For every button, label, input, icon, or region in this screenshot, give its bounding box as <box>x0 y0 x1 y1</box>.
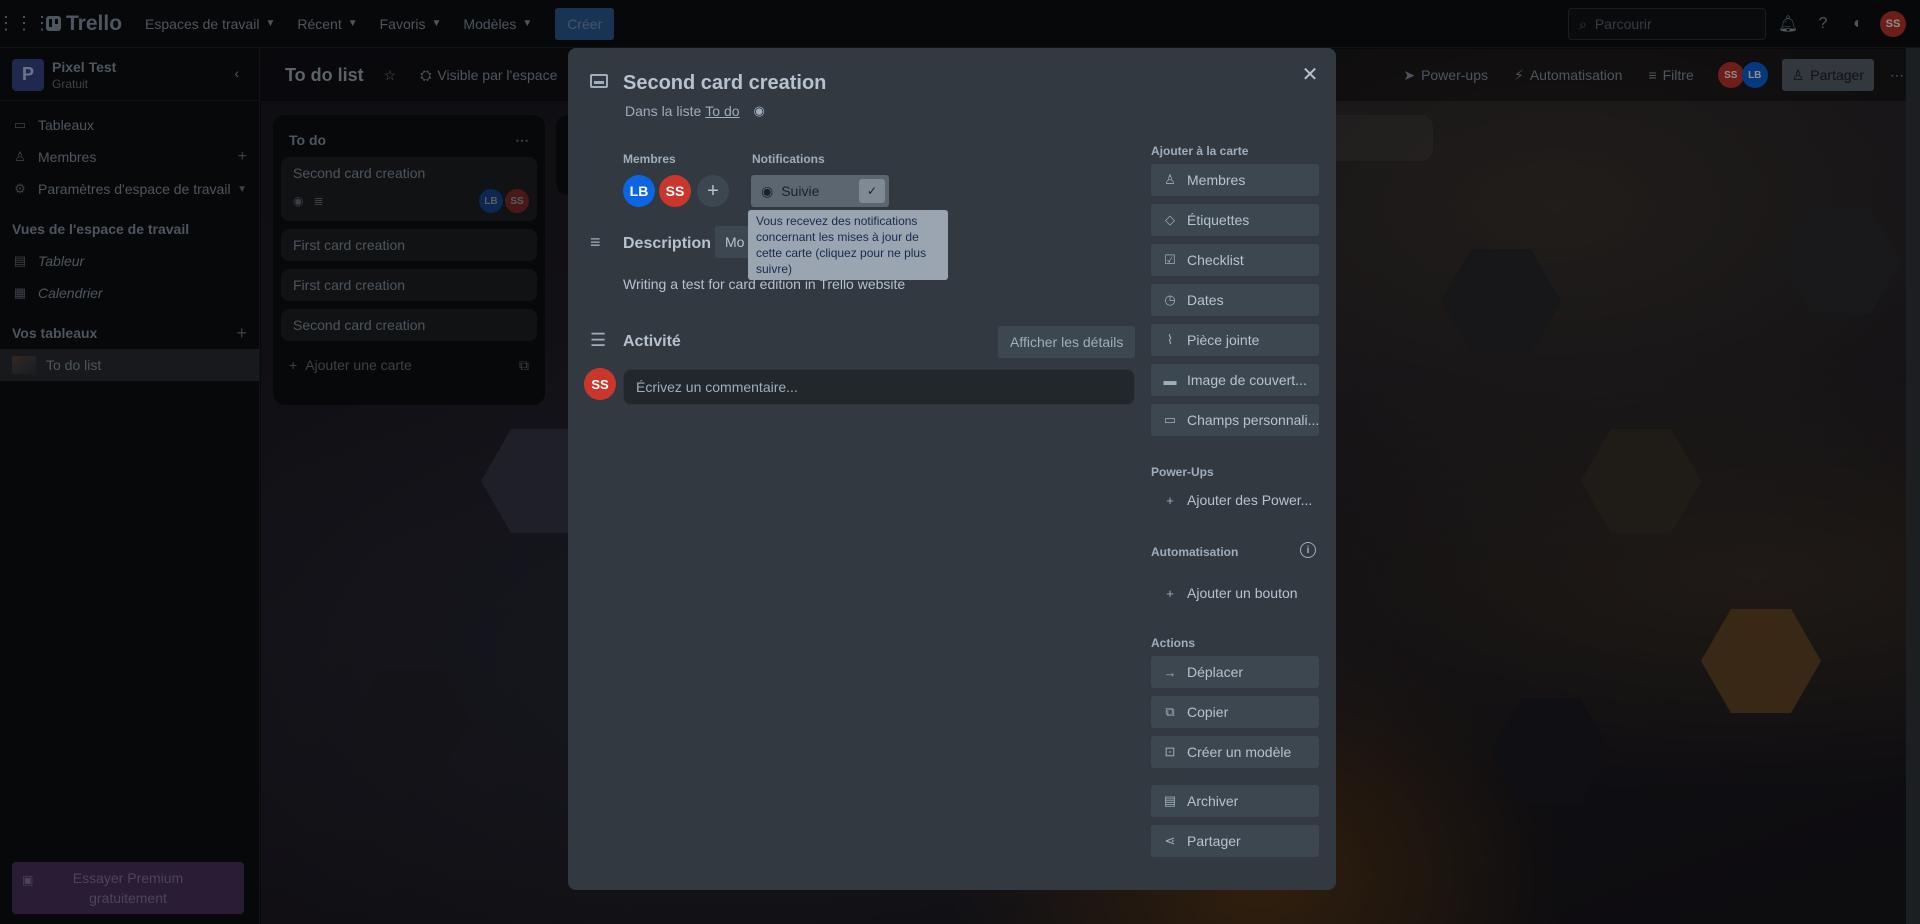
paperclip-icon: ⌇ <box>1166 332 1174 347</box>
copy-icon: ⧉ <box>1165 704 1175 719</box>
button-label: Pièce jointe <box>1187 332 1260 348</box>
checklist-button[interactable]: ☑ Checklist <box>1151 244 1319 276</box>
member-avatar[interactable]: SS <box>659 175 691 207</box>
eye-icon: ◉ <box>761 182 774 199</box>
show-details-button[interactable]: Afficher les détails <box>998 326 1136 358</box>
card-icon <box>590 74 608 88</box>
member-avatar[interactable]: LB <box>623 175 655 207</box>
members-button[interactable]: ♙ Membres <box>1151 164 1319 196</box>
share-icon: ⋖ <box>1164 833 1176 848</box>
list-link[interactable]: To do <box>705 103 739 119</box>
watch-label: Suivie <box>781 183 820 199</box>
in-list-prefix: Dans la liste <box>625 103 702 119</box>
share-card-button[interactable]: ⋖ Partager <box>1151 825 1319 857</box>
card-list-location: Dans la liste To do ◉ <box>625 103 765 119</box>
person-icon: ♙ <box>1164 172 1176 187</box>
card-detail-modal: ✕ Second card creation Dans la liste To … <box>568 48 1336 890</box>
archive-icon: ▤ <box>1163 793 1177 808</box>
add-button-button[interactable]: + Ajouter un bouton <box>1151 577 1319 609</box>
cover-button[interactable]: ▬ Image de couvert... <box>1151 364 1319 396</box>
archive-button[interactable]: ▤ Archiver <box>1151 785 1319 817</box>
plus-icon: + <box>1166 492 1174 508</box>
button-label: Ajouter des Power... <box>1187 492 1313 508</box>
comment-author-avatar: SS <box>584 368 616 400</box>
add-to-card-label: Ajouter à la carte <box>1151 144 1249 158</box>
info-icon[interactable]: i <box>1300 542 1316 558</box>
comment-input[interactable]: Écrivez un commentaire... <box>623 369 1135 405</box>
plus-icon: + <box>1166 585 1174 601</box>
actions-label: Actions <box>1151 636 1196 650</box>
dates-button[interactable]: ◷ Dates <box>1151 284 1319 316</box>
page-scrollbar[interactable] <box>1906 48 1920 924</box>
labels-button[interactable]: ◇ Étiquettes <box>1151 204 1319 236</box>
custom-fields-button[interactable]: ▭ Champs personnali... <box>1151 404 1319 436</box>
attachment-button[interactable]: ⌇ Pièce jointe <box>1151 324 1319 356</box>
watch-tooltip: Vous recevez des notifications concernan… <box>748 210 948 280</box>
checkmark-icon: ✓ <box>859 179 885 203</box>
template-icon: ⊡ <box>1164 744 1176 759</box>
button-label: Étiquettes <box>1187 212 1250 228</box>
button-label: Déplacer <box>1187 664 1244 680</box>
description-icon: ≡ <box>590 232 601 252</box>
make-template-button[interactable]: ⊡ Créer un modèle <box>1151 736 1319 768</box>
arrow-right-icon: → <box>1163 664 1177 680</box>
button-label: Membres <box>1187 172 1246 188</box>
checkbox-icon: ☑ <box>1164 252 1176 267</box>
activity-heading: Activité <box>623 333 681 350</box>
button-label: Image de couvert... <box>1187 372 1307 388</box>
button-label: Créer un modèle <box>1187 744 1292 760</box>
card-members: LB SS + <box>623 175 729 207</box>
add-member-button[interactable]: + <box>697 175 729 207</box>
button-label: Copier <box>1187 704 1229 720</box>
button-label: Champs personnali... <box>1187 412 1319 428</box>
clock-icon: ◷ <box>1164 292 1176 307</box>
add-powerups-button[interactable]: + Ajouter des Power... <box>1151 484 1319 516</box>
notifications-label: Notifications <box>752 152 825 166</box>
close-icon[interactable]: ✕ <box>1294 58 1326 90</box>
copy-button[interactable]: ⧉ Copier <box>1151 696 1319 728</box>
button-label: Archiver <box>1187 793 1239 809</box>
automation-label: Automatisation <box>1151 545 1239 559</box>
custom-fields-icon: ▭ <box>1163 412 1177 427</box>
button-label: Ajouter un bouton <box>1187 585 1298 601</box>
members-label: Membres <box>623 152 676 166</box>
button-label: Dates <box>1187 292 1224 308</box>
card-title[interactable]: Second card creation <box>623 72 826 95</box>
button-label: Checklist <box>1187 252 1244 268</box>
description-heading: Description <box>623 235 712 252</box>
move-button[interactable]: → Déplacer <box>1151 656 1319 688</box>
tag-icon: ◇ <box>1165 212 1175 227</box>
powerups-label: Power-Ups <box>1151 465 1214 479</box>
activity-icon: ☰ <box>590 330 607 350</box>
watch-button[interactable]: ◉ Suivie ✓ <box>751 175 889 207</box>
button-label: Partager <box>1187 833 1241 849</box>
cover-image-icon: ▬ <box>1163 372 1177 388</box>
eye-icon: ◉ <box>753 103 765 118</box>
